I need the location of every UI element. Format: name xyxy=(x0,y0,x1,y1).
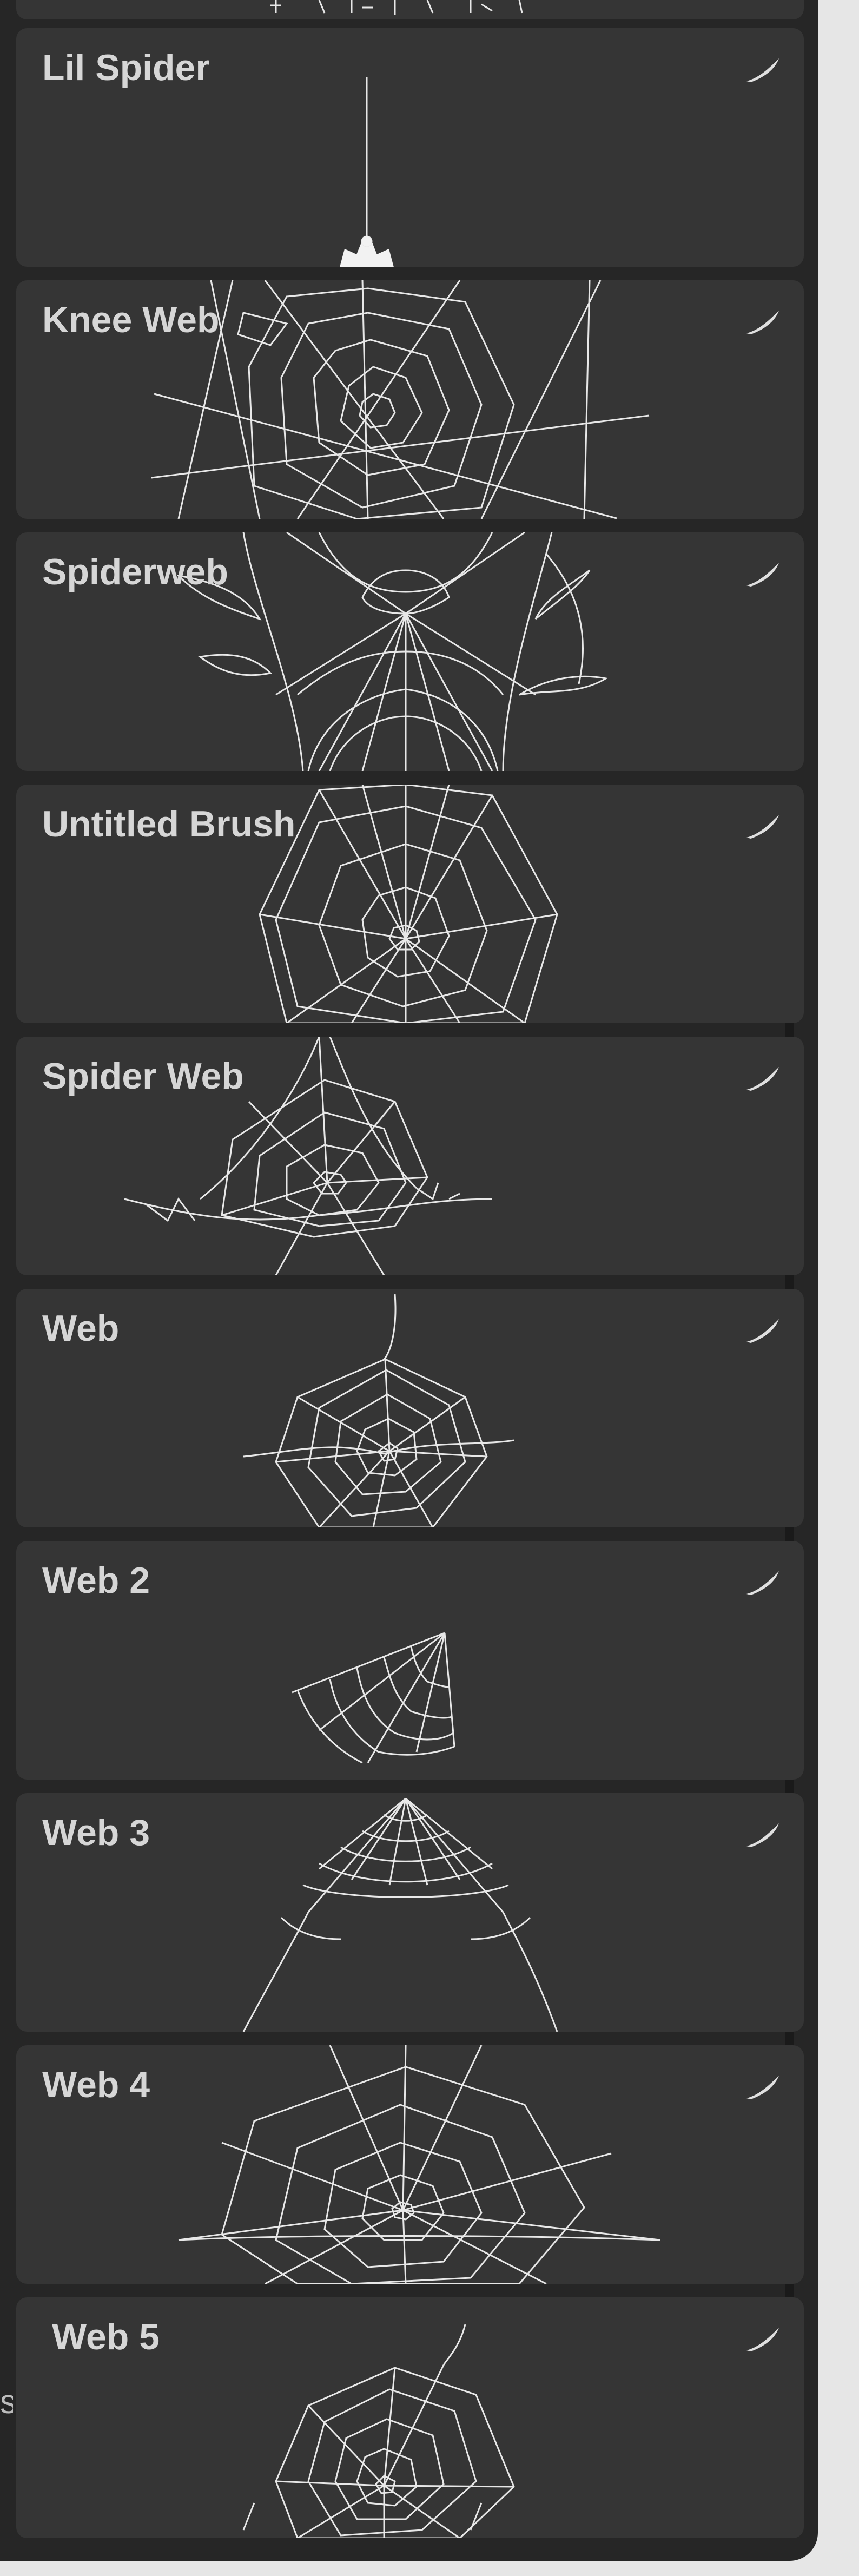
stroke-icon xyxy=(746,2328,779,2351)
brush-card-spider-web[interactable]: Spider Web xyxy=(16,1037,804,1275)
brush-name: Web 3 xyxy=(42,1812,150,1853)
brush-preview-partial xyxy=(270,0,523,15)
stroke-icon xyxy=(746,311,779,334)
brush-name: Web 5 xyxy=(52,2316,160,2357)
brush-name: Web 2 xyxy=(42,1560,150,1601)
brush-preview-web xyxy=(243,1294,514,1527)
brush-card-knee-web[interactable]: Knee Web xyxy=(16,280,804,519)
brush-card-lil-spider[interactable]: Lil Spider xyxy=(16,28,804,267)
edge-text-fragment: s xyxy=(0,2386,13,2419)
brush-name: Spider Web xyxy=(42,1056,244,1097)
brush-name: Web xyxy=(42,1308,120,1349)
brush-card-spiderweb[interactable]: Spiderweb xyxy=(16,532,804,771)
brush-name: Spiderweb xyxy=(42,551,228,592)
brush-card-web-4[interactable]: Web 4 xyxy=(16,2045,804,2284)
brush-card-web-3[interactable]: Web 3 xyxy=(16,1793,804,2032)
brush-card-untitled-brush[interactable]: Untitled Brush xyxy=(16,785,804,1023)
stroke-icon xyxy=(746,1823,779,1847)
stroke-icon xyxy=(746,58,779,82)
brush-library-panel: s Lil Spider Knee Web Spiderweb Untitled… xyxy=(0,0,818,2561)
stroke-icon xyxy=(746,1067,779,1091)
brush-card-partial[interactable] xyxy=(16,0,804,19)
brush-name: Untitled Brush xyxy=(42,803,296,845)
brush-card-web-5[interactable]: Web 5 xyxy=(16,2297,804,2538)
brush-name: Lil Spider xyxy=(42,47,210,88)
stroke-icon xyxy=(746,1571,779,1595)
stroke-icon xyxy=(746,2076,779,2099)
stroke-icon xyxy=(746,563,779,587)
brush-card-web[interactable]: Web xyxy=(16,1289,804,1527)
brush-card-web-2[interactable]: Web 2 xyxy=(16,1541,804,1780)
brush-name: Web 4 xyxy=(42,2064,150,2105)
stroke-icon xyxy=(746,1319,779,1343)
brush-name: Knee Web xyxy=(42,299,220,340)
stroke-icon xyxy=(746,815,779,839)
